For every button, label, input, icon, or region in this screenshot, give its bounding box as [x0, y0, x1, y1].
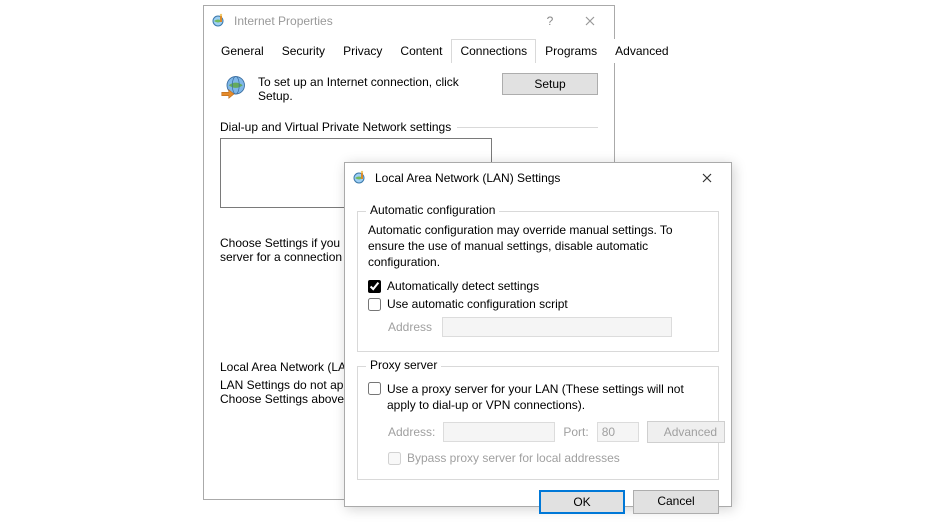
auto-script-checkbox-input[interactable]	[368, 298, 381, 311]
tab-security[interactable]: Security	[273, 39, 334, 63]
proxy-server-group: Proxy server Use a proxy server for your…	[357, 366, 719, 480]
script-address-input	[442, 317, 672, 337]
advanced-button: Advanced	[647, 421, 725, 443]
dialup-section-label: Dial-up and Virtual Private Network sett…	[220, 120, 598, 134]
auto-script-checkbox[interactable]: Use automatic configuration script	[368, 297, 708, 311]
titlebar: Local Area Network (LAN) Settings	[345, 163, 731, 193]
tab-advanced[interactable]: Advanced	[606, 39, 677, 63]
use-proxy-checkbox-input[interactable]	[368, 382, 381, 395]
proxy-address-label: Address:	[388, 425, 435, 439]
bypass-local-checkbox: Bypass proxy server for local addresses	[388, 451, 708, 465]
ok-button[interactable]: OK	[539, 490, 625, 514]
setup-text: To set up an Internet connection, click …	[258, 73, 492, 103]
setup-button[interactable]: Setup	[502, 73, 598, 95]
automatic-configuration-group: Automatic configuration Automatic config…	[357, 211, 719, 352]
proxy-port-input	[597, 422, 639, 442]
internet-options-icon	[353, 170, 369, 186]
lan-settings-window: Local Area Network (LAN) Settings Automa…	[344, 162, 732, 507]
auto-detect-checkbox[interactable]: Automatically detect settings	[368, 279, 708, 293]
group-legend: Automatic configuration	[366, 203, 499, 217]
bypass-local-checkbox-input	[388, 452, 401, 465]
auto-config-description: Automatic configuration may override man…	[368, 222, 708, 271]
window-title: Local Area Network (LAN) Settings	[375, 171, 560, 185]
script-address-label: Address	[388, 320, 432, 334]
auto-script-label: Use automatic configuration script	[387, 297, 568, 311]
cancel-button[interactable]: Cancel	[633, 490, 719, 514]
close-button[interactable]	[570, 7, 610, 35]
internet-options-icon	[212, 13, 228, 29]
proxy-port-label: Port:	[563, 425, 588, 439]
tab-general[interactable]: General	[212, 39, 273, 63]
tab-connections[interactable]: Connections	[451, 39, 536, 63]
window-title: Internet Properties	[234, 14, 333, 28]
auto-detect-label: Automatically detect settings	[387, 279, 539, 293]
globe-arrow-icon	[220, 73, 248, 104]
tab-programs[interactable]: Programs	[536, 39, 606, 63]
bypass-local-label: Bypass proxy server for local addresses	[407, 451, 620, 465]
help-button[interactable]: ?	[530, 7, 570, 35]
use-proxy-label: Use a proxy server for your LAN (These s…	[387, 381, 708, 413]
tab-privacy[interactable]: Privacy	[334, 39, 391, 63]
proxy-address-input	[443, 422, 555, 442]
close-button[interactable]	[687, 164, 727, 192]
tab-strip: General Security Privacy Content Connect…	[212, 38, 606, 63]
titlebar: Internet Properties ?	[204, 6, 614, 36]
auto-detect-checkbox-input[interactable]	[368, 280, 381, 293]
group-legend: Proxy server	[366, 358, 441, 372]
use-proxy-checkbox[interactable]: Use a proxy server for your LAN (These s…	[368, 381, 708, 413]
tab-content[interactable]: Content	[391, 39, 451, 63]
